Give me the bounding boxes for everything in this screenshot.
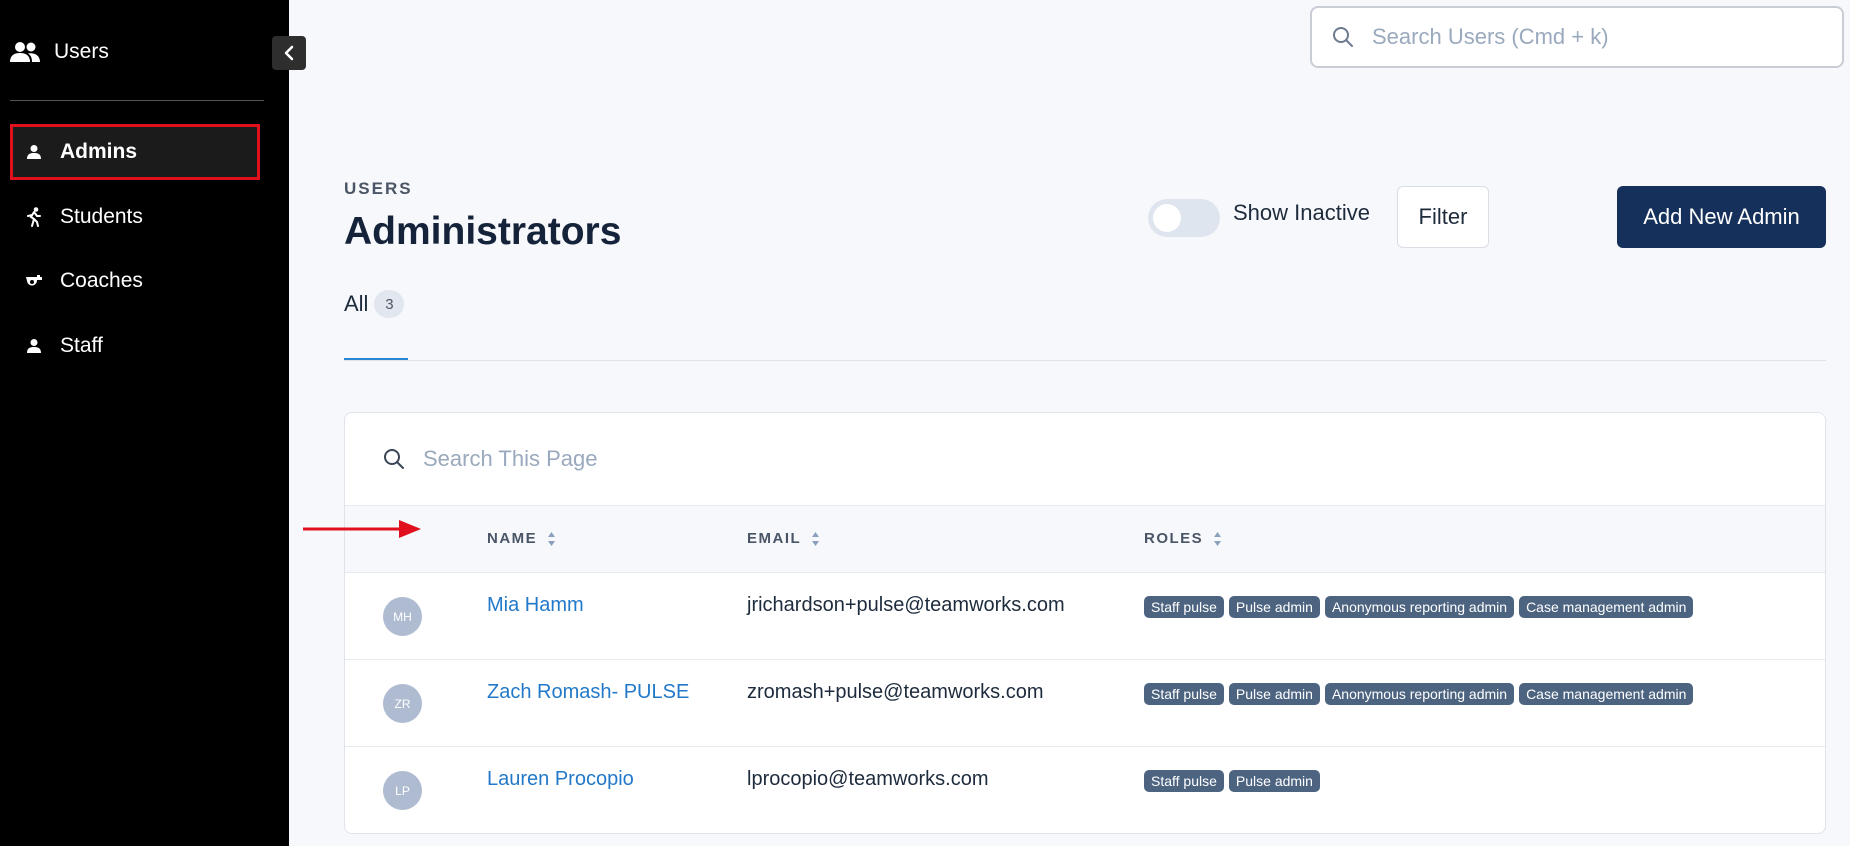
sidebar-item-label: Staff [60, 334, 103, 357]
role-badge: Anonymous reporting admin [1324, 683, 1515, 705]
page-overline: USERS [344, 179, 413, 198]
role-badges: Staff pulse Pulse admin Anonymous report… [1144, 596, 1694, 618]
page-title: Administrators [344, 210, 622, 253]
role-badge: Case management admin [1519, 683, 1694, 705]
person-icon [24, 142, 44, 162]
page-search[interactable] [345, 413, 1825, 506]
sidebar-title: Users [54, 40, 109, 63]
avatar: MH [383, 597, 422, 636]
whistle-icon [24, 271, 44, 291]
role-badge: Pulse admin [1228, 770, 1320, 792]
toggle-knob [1153, 204, 1181, 232]
add-new-admin-button[interactable]: Add New Admin [1617, 186, 1826, 248]
user-name-link[interactable]: Lauren Procopio [487, 768, 634, 791]
role-badges: Staff pulse Pulse admin Anonymous report… [1144, 683, 1694, 705]
user-email: jrichardson+pulse@teamworks.com [747, 594, 1065, 616]
sidebar-item-label: Students [60, 205, 143, 228]
sidebar-item-students[interactable]: Students [10, 189, 260, 245]
tab-label: All [344, 291, 369, 316]
sort-icon [547, 531, 556, 547]
search-icon [1333, 27, 1353, 47]
role-badge: Staff pulse [1144, 683, 1224, 705]
role-badge: Case management admin [1519, 596, 1694, 618]
sidebar-item-coaches[interactable]: Coaches [10, 253, 260, 309]
show-inactive-toggle[interactable] [1148, 199, 1220, 237]
sidebar-collapse-button[interactable] [272, 36, 306, 70]
chevron-left-icon [284, 45, 294, 61]
annotation-arrow-icon [303, 520, 421, 538]
sidebar-item-staff[interactable]: Staff [10, 318, 260, 374]
role-badge: Pulse admin [1228, 683, 1320, 705]
user-name-link[interactable]: Zach Romash- PULSE [487, 681, 689, 704]
tab-count-badge: 3 [374, 290, 405, 318]
sort-icon [811, 531, 820, 547]
user-email: zromash+pulse@teamworks.com [747, 681, 1044, 703]
sort-icon [1213, 531, 1222, 547]
search-icon [384, 449, 404, 469]
admins-table-card: NAME EMAIL ROLES MH Mia Hamm jrichardson… [344, 412, 1826, 834]
table-row: ZR Zach Romash- PULSE zromash+pulse@team… [345, 660, 1825, 747]
users-icon [10, 42, 40, 62]
role-badges: Staff pulse Pulse admin [1144, 770, 1320, 792]
sidebar-header: Users [10, 40, 109, 64]
page-search-input[interactable] [423, 446, 1023, 472]
column-header-label: ROLES [1144, 530, 1204, 547]
column-header-name[interactable]: NAME [487, 530, 556, 547]
sidebar: Users Admins Students Coaches Staff [0, 0, 289, 846]
user-email: lprocopio@teamworks.com [747, 768, 989, 790]
role-badge: Pulse admin [1228, 596, 1320, 618]
global-search[interactable] [1310, 6, 1844, 68]
role-badge: Staff pulse [1144, 596, 1224, 618]
filter-button[interactable]: Filter [1397, 186, 1489, 248]
column-header-label: NAME [487, 530, 538, 547]
table-row: MH Mia Hamm jrichardson+pulse@teamworks.… [345, 573, 1825, 660]
column-header-roles[interactable]: ROLES [1144, 530, 1222, 547]
user-name-link[interactable]: Mia Hamm [487, 594, 584, 617]
table-row: LP Lauren Procopio lprocopio@teamworks.c… [345, 747, 1825, 833]
avatar: LP [383, 771, 422, 810]
sidebar-item-admins[interactable]: Admins [10, 124, 260, 180]
role-badge: Staff pulse [1144, 770, 1224, 792]
tab-all[interactable]: All 3 [344, 290, 405, 318]
sidebar-item-label: Admins [60, 140, 138, 163]
global-search-input[interactable] [1372, 24, 1812, 50]
tabs-divider [344, 360, 1826, 361]
avatar: ZR [383, 684, 422, 723]
table-header: NAME EMAIL ROLES [345, 506, 1825, 573]
column-header-label: EMAIL [747, 530, 802, 547]
show-inactive-label: Show Inactive [1233, 200, 1370, 225]
column-header-email[interactable]: EMAIL [747, 530, 820, 547]
person-icon [24, 336, 44, 356]
sidebar-divider [10, 100, 264, 101]
role-badge: Anonymous reporting admin [1324, 596, 1515, 618]
sidebar-item-label: Coaches [60, 269, 143, 292]
runner-icon [24, 207, 44, 227]
